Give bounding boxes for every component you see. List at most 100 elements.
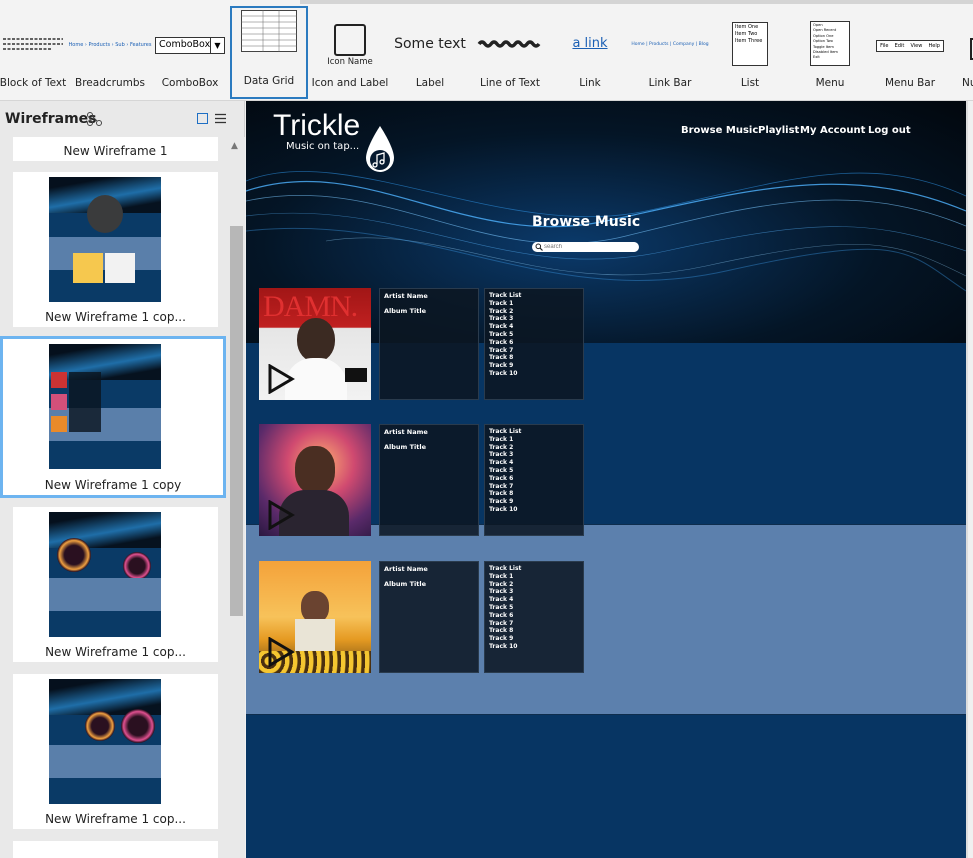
play-icon[interactable] (267, 364, 295, 394)
album-info-box: Artist Name Album Title (379, 424, 479, 536)
wireframe-card[interactable]: New Wireframe 1 cop... (13, 507, 218, 662)
site-logo[interactable]: Trickle (273, 109, 360, 143)
wireframe-card[interactable]: New Wireframe 1 cop... (13, 674, 218, 829)
list-preview: Item One Item Two Item Three (732, 22, 768, 66)
track-item[interactable]: Track 7 (489, 347, 583, 355)
wireframe-card[interactable]: New Wireframe 1 (13, 137, 218, 161)
track-item[interactable]: Track 4 (489, 596, 583, 604)
icon-name-preview: Icon Name (327, 57, 373, 67)
menu-preview-item: Exit (813, 55, 820, 60)
track-item[interactable]: Track 4 (489, 459, 583, 467)
track-item[interactable]: Track 2 (489, 444, 583, 452)
nav-playlist[interactable]: Playlist (758, 125, 799, 136)
track-list-box[interactable]: Track List Track 1 Track 2 Track 3 Track… (484, 561, 584, 673)
menu-bar-preview-item: View (910, 43, 923, 49)
component-link-bar[interactable]: Home | Products | Company | Blog Link Ba… (631, 6, 709, 99)
wireframe-card[interactable]: New Wireframe 1 cop... (13, 172, 218, 327)
component-label-widget[interactable]: Some text Label (391, 6, 469, 99)
track-item[interactable]: Track 6 (489, 612, 583, 620)
component-list[interactable]: Item One Item Two Item Three List (711, 6, 789, 99)
component-label: Nu (962, 77, 973, 89)
wireframe-name: New Wireframe 1 (63, 144, 168, 158)
track-item[interactable]: Track 8 (489, 354, 583, 362)
nav-my-account[interactable]: My Account (800, 125, 865, 136)
album-title-label: Album Title (384, 307, 426, 315)
panel-title: Wireframes (5, 111, 97, 127)
list-preview-item: Item Two (735, 31, 758, 37)
track-item[interactable]: Track 10 (489, 643, 583, 651)
track-item[interactable]: Track 8 (489, 490, 583, 498)
component-breadcrumbs[interactable]: Home › Products › Sub › Features Breadcr… (68, 6, 152, 99)
wireframe-card-selected[interactable]: New Wireframe 1 copy (0, 336, 226, 498)
line-of-text-preview-icon (477, 40, 541, 48)
track-item[interactable]: Track 9 (489, 362, 583, 370)
track-list-box[interactable]: Track List Track 1 Track 2 Track 3 Track… (484, 424, 584, 536)
track-item[interactable]: Track 1 (489, 300, 583, 308)
track-item[interactable]: Track 1 (489, 436, 583, 444)
album-title-label: Album Title (384, 443, 426, 451)
track-item[interactable]: Track 8 (489, 627, 583, 635)
component-menu-bar[interactable]: File Edit View Help Menu Bar (871, 6, 949, 99)
track-item[interactable]: Track 7 (489, 483, 583, 491)
track-list-title: Track List (489, 428, 522, 435)
site-tagline: Music on tap... (286, 141, 360, 152)
track-item[interactable]: Track 1 (489, 573, 583, 581)
wireframe-card[interactable] (13, 841, 218, 858)
track-item[interactable]: Track 6 (489, 475, 583, 483)
breadcrumbs-preview: Home › Products › Sub › Features (68, 42, 152, 48)
track-item[interactable]: Track 3 (489, 588, 583, 596)
component-toolbar: Block of Text Home › Products › Sub › Fe… (0, 0, 973, 101)
album-cover[interactable] (259, 424, 371, 536)
component-menu[interactable]: Open Open Recent Option One Option Two T… (791, 6, 869, 99)
canvas-right-edge (966, 101, 968, 858)
track-item[interactable]: Track 3 (489, 315, 583, 323)
square-icon (334, 24, 366, 56)
track-item[interactable]: Track 4 (489, 323, 583, 331)
wireframe-list[interactable]: New Wireframe 1 New Wireframe 1 cop... N… (0, 137, 228, 858)
search-field[interactable] (532, 242, 639, 252)
grid-view-icon[interactable] (197, 113, 208, 124)
track-item[interactable]: Track 2 (489, 581, 583, 589)
nav-browse-music[interactable]: Browse Music (681, 125, 758, 136)
track-item[interactable]: Track 5 (489, 467, 583, 475)
track-item[interactable]: Track 6 (489, 339, 583, 347)
data-grid-preview-icon (241, 10, 297, 52)
track-list-box[interactable]: Track List Track 1 Track 2 Track 3 Track… (484, 288, 584, 400)
track-item[interactable]: Track 10 (489, 506, 583, 514)
list-preview-item: Item Three (735, 38, 763, 44)
component-link[interactable]: a link Link (551, 6, 629, 99)
scrollbar-thumb[interactable] (230, 226, 243, 616)
list-view-icon[interactable] (214, 113, 227, 124)
sitemap-icon[interactable] (86, 111, 104, 127)
wireframe-thumbnail (49, 177, 161, 302)
track-item[interactable]: Track 7 (489, 620, 583, 628)
component-icon-and-label[interactable]: Icon Name Icon and Label (311, 6, 389, 99)
search-input[interactable] (544, 242, 636, 252)
track-item[interactable]: Track 10 (489, 370, 583, 378)
panel-scrollbar[interactable]: ▲ (228, 137, 245, 858)
component-combobox[interactable]: ComboBox ▼ ComboBox (151, 6, 229, 99)
track-item[interactable]: Track 9 (489, 498, 583, 506)
page-heading: Browse Music (532, 214, 641, 230)
wireframe-canvas[interactable]: Trickle Music on tap... Browse Music Pla… (246, 101, 968, 858)
link-preview: a link (572, 36, 608, 51)
menu-bar-preview: File Edit View Help (876, 40, 944, 52)
track-item[interactable]: Track 5 (489, 604, 583, 612)
wireframe-name: New Wireframe 1 cop... (45, 310, 186, 324)
album-cover[interactable]: DAMN. (259, 288, 371, 400)
combobox-preview: ComboBox ▼ (155, 37, 225, 54)
track-item[interactable]: Track 9 (489, 635, 583, 643)
track-item[interactable]: Track 2 (489, 308, 583, 316)
album-info-box: Artist Name Album Title (379, 288, 479, 400)
album-cover[interactable] (259, 561, 371, 673)
component-numeric-stepper[interactable]: Nu (948, 6, 973, 99)
component-data-grid[interactable]: Data Grid (230, 6, 308, 99)
play-icon[interactable] (267, 637, 295, 667)
chevron-up-icon[interactable]: ▲ (231, 141, 238, 151)
nav-log-out[interactable]: Log out (868, 125, 911, 136)
component-line-of-text[interactable]: Line of Text (471, 6, 549, 99)
track-item[interactable]: Track 3 (489, 451, 583, 459)
track-item[interactable]: Track 5 (489, 331, 583, 339)
water-drop-music-icon (366, 126, 394, 172)
play-icon[interactable] (267, 500, 295, 530)
